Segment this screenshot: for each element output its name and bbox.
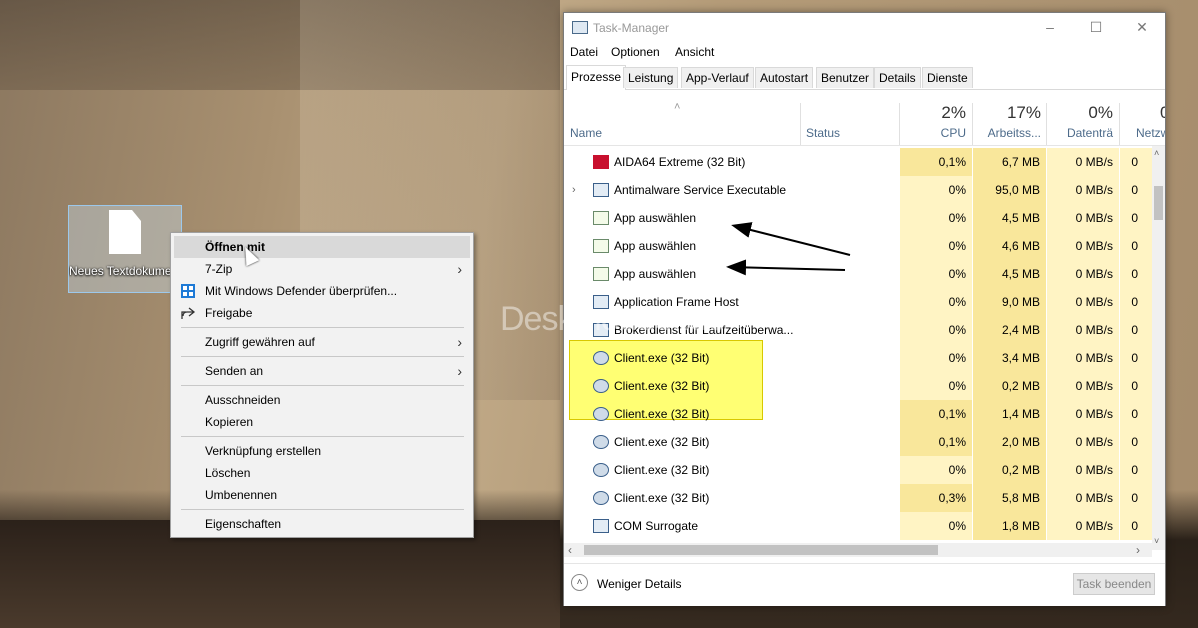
arrow-annotation	[731, 222, 851, 256]
annotation-arrows	[726, 222, 851, 276]
arrow-annotation	[726, 259, 846, 276]
